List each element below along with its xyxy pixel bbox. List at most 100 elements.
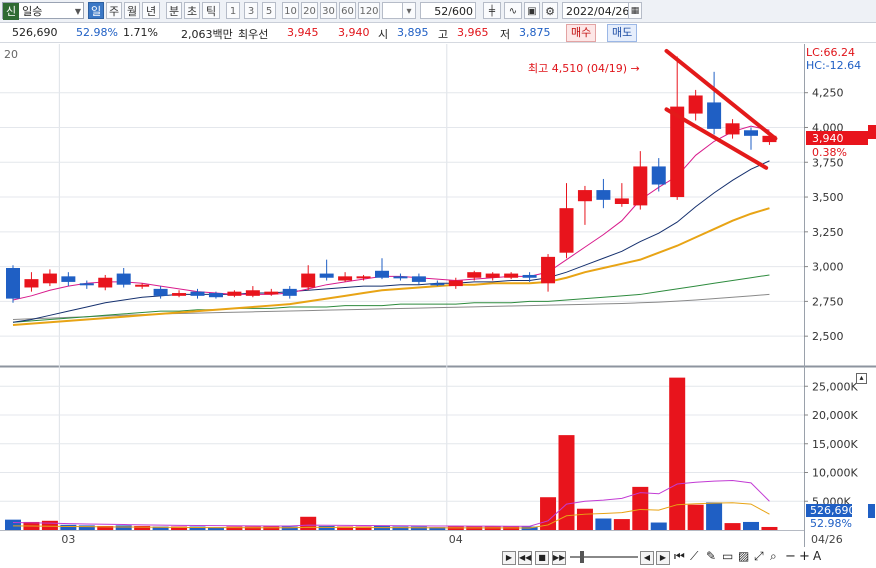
candle-body — [24, 279, 39, 288]
volume-bar — [392, 526, 409, 530]
month-label: 03 — [61, 533, 75, 546]
volume-bar — [761, 526, 778, 530]
play-icon[interactable]: ▶ — [502, 551, 516, 565]
volume-tick-label: 10,000K — [812, 467, 858, 480]
candle-body — [688, 95, 703, 114]
month-label: 04 — [449, 533, 463, 546]
candle-body — [541, 256, 556, 284]
candle-body — [282, 288, 297, 296]
volume-bar — [650, 522, 667, 530]
candle-body — [245, 290, 260, 296]
hc-value: HC:-12.64 — [806, 59, 861, 72]
volume-bar — [300, 516, 317, 530]
volume-bar — [687, 504, 704, 530]
candle-body — [319, 273, 334, 278]
next-icon[interactable]: ▶ — [656, 551, 670, 565]
candle-body — [79, 283, 94, 286]
scroll-thumb[interactable] — [580, 551, 584, 563]
volume-bar — [706, 502, 723, 530]
volume-tick-label: 15,000K — [812, 438, 858, 451]
rewind-icon[interactable]: ◀◀ — [518, 551, 532, 565]
stock-chart[interactable]: 2,5002,7503,0003,2503,5003,7504,0004,250… — [0, 0, 876, 568]
candle-body — [522, 274, 537, 278]
volume-bar — [318, 525, 335, 530]
candle-body — [393, 276, 408, 279]
price-tick-label: 4,250 — [812, 87, 844, 100]
candle-body — [430, 283, 445, 286]
volume-bar — [669, 377, 686, 530]
volume-bar — [613, 519, 630, 530]
candle-body — [559, 208, 574, 253]
candle-body — [61, 276, 76, 282]
candle-body — [725, 123, 740, 135]
price-tick-label: 3,500 — [812, 191, 844, 204]
volume-bar — [226, 526, 243, 530]
volume-bar — [134, 525, 151, 530]
volume-bar — [244, 526, 261, 530]
draw-icon[interactable]: ✎ — [706, 549, 716, 563]
volume-bar — [595, 518, 612, 530]
candle-body — [208, 293, 223, 298]
current-volume-marker — [868, 504, 875, 518]
auto-scale-icon[interactable]: A — [813, 549, 821, 563]
rewind-bar-icon[interactable]: ⏮ — [674, 549, 685, 564]
price-tick-label: 2,750 — [812, 295, 844, 308]
volume-tick-label: 20,000K — [812, 409, 858, 422]
trend-line-icon[interactable]: ⟋ — [690, 549, 698, 564]
volume-bar — [41, 520, 58, 530]
expand-icon[interactable]: ⤢ — [754, 549, 764, 564]
candle-body — [614, 198, 629, 204]
candle-body — [301, 273, 316, 288]
fast-forward-icon[interactable]: ▶▶ — [552, 551, 566, 565]
volume-bar — [410, 526, 427, 530]
image-icon[interactable]: ▨ — [738, 549, 749, 563]
volume-bar — [5, 519, 21, 530]
candle-body — [116, 273, 131, 285]
volume-panel-toggle-icon[interactable]: ▴ — [856, 373, 867, 384]
candle-body — [707, 102, 722, 129]
candle-body — [6, 268, 20, 299]
current-price-value: 3,940 — [812, 132, 844, 145]
candle-body — [448, 280, 463, 287]
candle-body — [485, 273, 500, 278]
candle-body — [227, 291, 242, 296]
last-date-label: 04/26 — [811, 533, 843, 546]
candle-body — [135, 284, 150, 287]
volume-bar — [576, 508, 593, 530]
zoom-box-icon[interactable]: ▭ — [722, 549, 733, 563]
magnifier-icon[interactable]: ⌕ — [770, 549, 777, 564]
volume-bar — [115, 525, 132, 530]
candle-body — [467, 272, 482, 278]
ma-period-label: 20 — [4, 48, 18, 61]
candle-body — [264, 291, 279, 295]
lc-value: LC:66.24 — [806, 46, 855, 59]
prev-icon[interactable]: ◀ — [640, 551, 654, 565]
candle-body — [596, 190, 611, 200]
candle-body — [411, 276, 426, 282]
current-change: 0.38% — [812, 146, 847, 159]
candle-body — [338, 276, 353, 281]
current-volume-value: 526,690 — [810, 504, 856, 517]
candle-body — [633, 166, 648, 206]
current-volume-pct: 52.98% — [810, 517, 852, 530]
candle-body — [172, 293, 187, 296]
stop-icon[interactable]: ■ — [535, 551, 549, 565]
zoom-out-icon[interactable]: − — [785, 549, 796, 564]
candle-body — [744, 130, 758, 136]
volume-tick-label: 25,000K — [812, 380, 858, 393]
price-tick-label: 2,500 — [812, 330, 844, 343]
current-price-marker — [868, 125, 876, 139]
volume-bar — [743, 521, 759, 530]
candle-body — [577, 190, 592, 202]
candle-body — [375, 270, 389, 278]
price-tick-label: 3,250 — [812, 226, 844, 239]
candle-body — [190, 291, 205, 296]
candle-body — [98, 277, 113, 288]
price-tick-label: 3,000 — [812, 261, 844, 274]
volume-bar — [60, 524, 77, 530]
candle-body — [42, 273, 57, 284]
high-annotation: 최고 4,510 (04/19) → — [528, 62, 640, 75]
candle-body — [504, 273, 519, 278]
zoom-in-icon[interactable]: + — [799, 549, 810, 564]
candle-body — [356, 276, 371, 279]
